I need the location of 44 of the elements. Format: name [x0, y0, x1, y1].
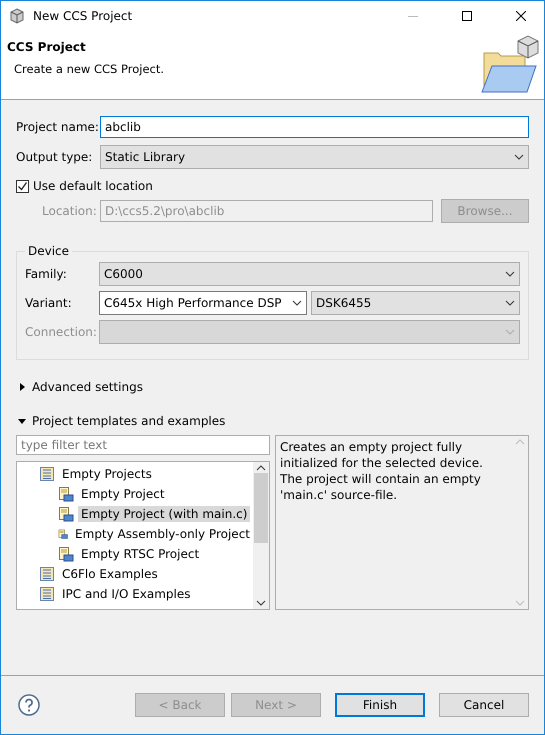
scrollbar[interactable]	[253, 462, 269, 609]
dialog-button[interactable]: Finish	[335, 693, 425, 717]
project-name-field[interactable]: abclib	[100, 116, 529, 138]
tree-item[interactable]: Empty Assembly-only Project	[72, 526, 253, 542]
field-label: Family:	[25, 267, 68, 281]
field-label: Output type:	[16, 150, 94, 164]
expand-arrow-icon[interactable]	[18, 383, 26, 391]
page-title: CCS Project	[7, 40, 87, 54]
list-icon	[39, 466, 55, 482]
family-dropdown[interactable]: C6000	[99, 262, 520, 286]
collapse-arrow-icon[interactable]	[18, 417, 26, 425]
section-toggle[interactable]: Advanced settings	[32, 380, 143, 394]
list-icon	[39, 566, 55, 582]
list-icon	[39, 586, 55, 602]
tree-item[interactable]: Empty Project	[78, 486, 168, 502]
dialog-button[interactable]: Cancel	[439, 693, 529, 717]
page-subtitle: Create a new CCS Project.	[13, 62, 164, 76]
group-title: Device	[27, 244, 70, 258]
board-dropdown[interactable]: DSK6455	[311, 291, 520, 315]
checkbox[interactable]	[16, 180, 29, 192]
checkmark-icon	[17, 180, 28, 192]
field-label: Variant:	[25, 296, 73, 310]
tree-item[interactable]: C6Flo Examples	[59, 566, 161, 582]
description-text: Creates an empty project fully initialized for the selected device. The project will contain an empty 'main.c' source-file.	[279, 439, 484, 504]
tree-item[interactable]: Empty Project (with main.c)	[78, 506, 250, 522]
close-icon	[516, 11, 526, 21]
project-icon	[58, 506, 74, 522]
section-toggle[interactable]: Project templates and examples	[32, 414, 226, 428]
tree-item[interactable]: Empty RTSC Project	[78, 546, 202, 562]
project-icon	[58, 546, 74, 562]
field-label: Connection:	[25, 325, 95, 339]
maximize-icon	[462, 11, 472, 21]
checkbox-label: Use default location	[33, 179, 154, 193]
output-type-dropdown[interactable]: Static Library	[100, 145, 529, 169]
project-icon	[58, 486, 74, 502]
field-label: Location:	[42, 204, 96, 218]
window-title: New CCS Project	[33, 9, 134, 23]
filter-field[interactable]: type filter text	[16, 435, 270, 455]
help-icon[interactable]	[18, 694, 40, 716]
field-label: Project name:	[16, 120, 96, 134]
variant-dropdown[interactable]: C645x High Performance DSP	[99, 291, 307, 315]
tree-item[interactable]: IPC and I/O Examples	[59, 586, 194, 602]
cube-icon	[9, 8, 25, 24]
tree-item[interactable]: Empty Projects	[59, 466, 155, 482]
